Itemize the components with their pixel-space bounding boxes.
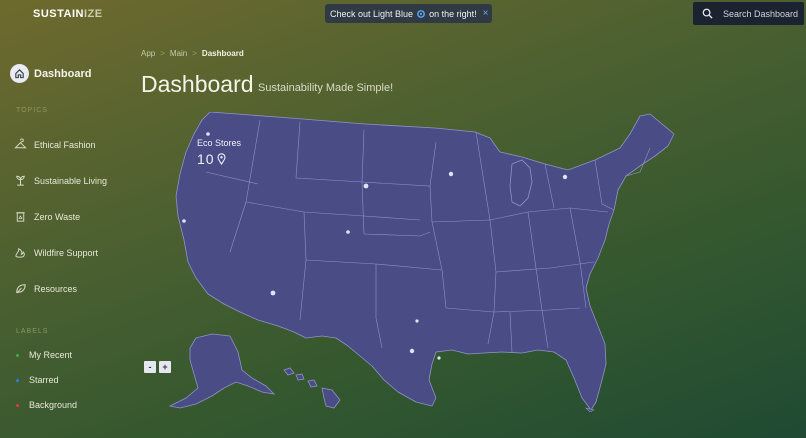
sidebar-item-label: Dashboard [34,67,92,80]
brand-logo-main: SUSTAIN [33,8,84,20]
zoom-out-button[interactable]: - [144,361,156,373]
alaska[interactable] [168,333,276,409]
search-icon [702,8,713,19]
label-text: Background [29,400,78,410]
breadcrumb-main[interactable]: Main [170,49,187,58]
map-marker[interactable] [409,348,415,354]
map-marker[interactable] [346,230,350,234]
breadcrumb-app[interactable]: App [141,49,155,58]
hanger-icon [14,138,27,149]
sidebar-item-label: Wildfire Support [34,247,99,258]
map-marker[interactable] [270,290,276,296]
map-marker[interactable] [448,171,454,177]
sidebar-item-label: Ethical Fashion [34,139,96,150]
notice-text-after: on the right! [429,8,477,19]
map-marker[interactable] [206,132,210,136]
eco-stores-count: 10 [197,151,215,167]
eco-stores-stat: Eco Stores 10 [197,138,241,167]
fire-icon [15,248,25,258]
brand-logo[interactable]: SUSTAINIZE [33,8,103,20]
hawaii[interactable] [283,367,341,409]
search-input[interactable] [723,8,803,19]
leaf-icon [16,284,26,294]
status-dot [16,403,19,407]
recycle-bin-icon [16,212,25,222]
status-dot [16,378,19,382]
map-marker[interactable] [437,356,441,360]
breadcrumb: App > Main > Dashboard [141,49,244,58]
label-starred[interactable]: Starred [16,375,59,385]
breadcrumb-separator: > [192,49,197,58]
page-subtitle: Sustainability Made Simple! [258,82,394,94]
sidebar-item-label: Sustainable Living [34,175,108,186]
breadcrumb-current: Dashboard [201,49,244,58]
status-dot [16,353,19,357]
home-icon [10,64,29,83]
search-box[interactable] [693,2,804,25]
map-marker[interactable] [415,319,419,323]
sidebar-item-label: Resources [34,283,78,294]
notice-banner: Check out Light Blue on the right! × [325,4,492,23]
eco-stores-count-row: 10 [197,151,241,167]
zoom-in-button[interactable]: + [159,361,171,373]
map-marker[interactable] [562,174,568,180]
close-icon[interactable]: × [483,8,489,19]
sidebar-item-zero-waste[interactable]: Zero Waste [14,210,80,223]
sidebar-item-ethical-fashion[interactable]: Ethical Fashion [14,138,96,151]
label-text: My Recent [29,350,73,360]
topics-heading: TOPICS [16,107,48,114]
eco-stores-label: Eco Stores [197,138,242,148]
sidebar-item-sustainable-living[interactable]: Sustainable Living [14,174,107,187]
breadcrumb-separator: > [160,49,165,58]
map-pin-icon [217,153,226,165]
labels-heading: LABELS [16,328,49,335]
label-text: Starred [29,375,59,385]
us-map-mainland[interactable] [175,112,675,411]
brand-logo-suffix: IZE [83,8,103,20]
sidebar-item-resources[interactable]: Resources [14,282,77,295]
notice-text-before: Check out Light Blue [330,8,414,19]
sidebar-item-dashboard[interactable]: Dashboard [10,64,91,83]
sidebar-item-wildfire-support[interactable]: Wildfire Support [14,246,98,259]
page-title: Dashboard [141,71,254,97]
plant-icon [16,175,25,186]
sidebar-item-label: Zero Waste [34,211,81,222]
map-marker[interactable] [363,183,369,189]
label-my-recent[interactable]: My Recent [16,350,72,360]
map-marker[interactable] [182,219,186,223]
gear-icon [417,9,425,18]
label-background[interactable]: Background [16,400,77,410]
